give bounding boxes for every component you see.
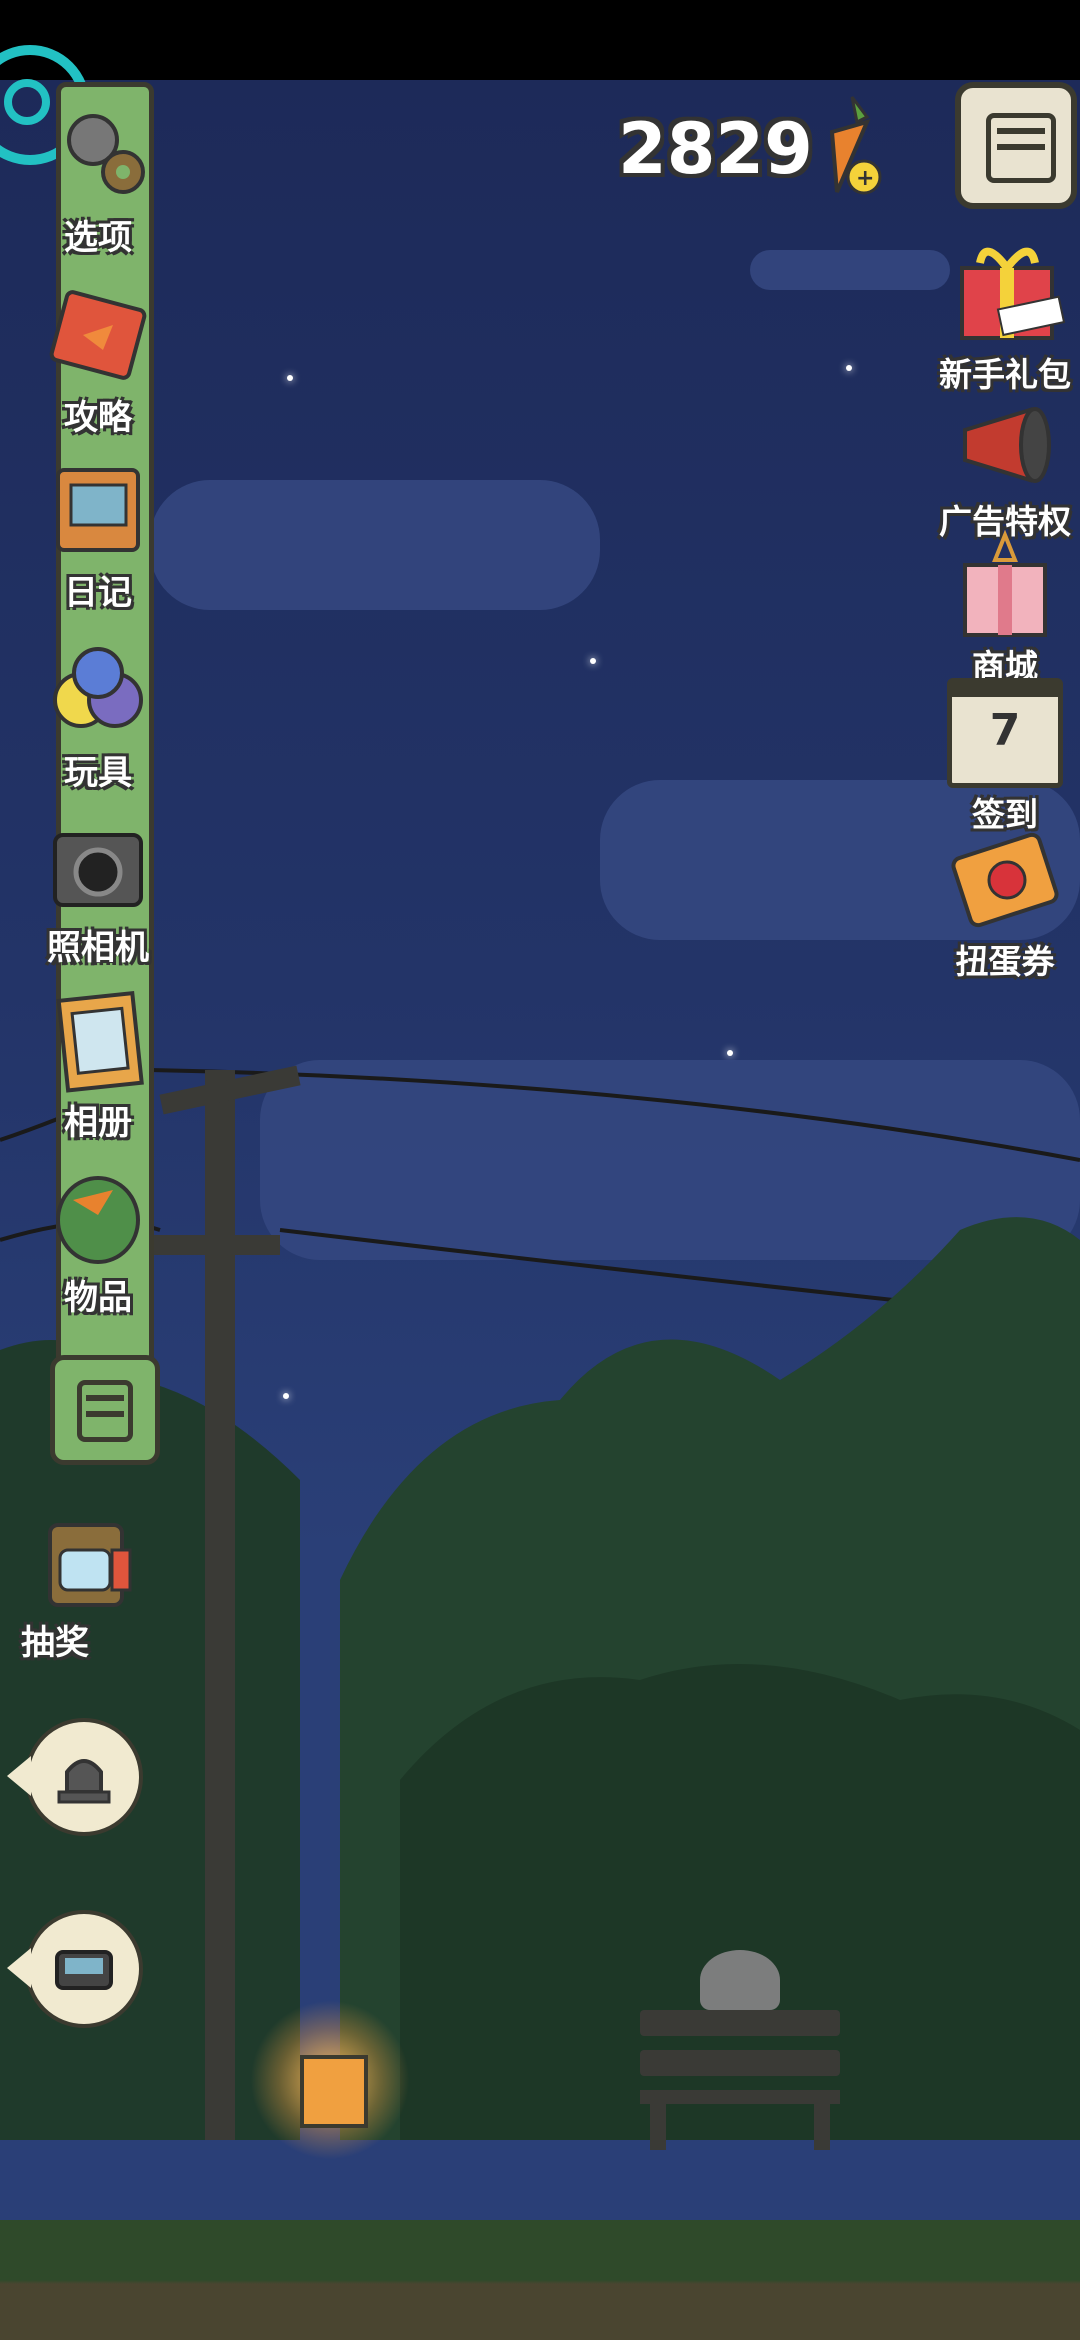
checkin-day: 7 [989,705,1021,756]
status-bar [0,0,1080,80]
pole-crossbar [150,1235,280,1255]
sidebar-item-options[interactable]: 选项 [28,100,168,259]
ad-privilege-button[interactable]: 广告特权 [920,395,1080,543]
toy-balls-icon [43,635,153,745]
gear-icon [43,100,153,210]
checkin-button[interactable]: 7 签到 [920,678,1080,836]
camera-icon [43,810,153,920]
ground [0,2220,1080,2340]
calendar-icon: 7 [947,678,1063,788]
photo-album-icon [43,985,153,1095]
newbie-gift-button[interactable]: 新手礼包 [920,228,1080,396]
sidebar-label: 照相机 [47,928,149,968]
menu-lines-icon [986,113,1056,183]
sidebar-item-diary[interactable]: 日记 [28,455,168,614]
sidebar-label: 攻略 [64,398,132,438]
sidebar-item-guide[interactable]: 攻略 [28,280,168,439]
lantern-body [300,2055,368,2128]
backpack-icon [43,1160,153,1270]
sidebar-label: 相册 [64,1103,132,1143]
rabbit-ears [700,1950,780,2010]
sidebar-label: 日记 [64,573,132,613]
menu-lines-icon [77,1380,133,1442]
sidebar-label: 物品 [64,1278,132,1318]
carrot-add-icon[interactable]: + [812,92,892,202]
gacha-ticket-label: 扭蛋券 [955,942,1055,981]
shop-button[interactable]: 商城 [920,530,1080,688]
gravestone-icon [57,1759,111,1804]
sidebar-item-camera[interactable]: 照相机 [28,810,168,969]
main-menu-button[interactable] [955,82,1077,209]
carrot-count: 2829 [618,108,813,190]
utility-pole [205,1070,235,2140]
svg-text:+: + [856,166,874,191]
sidebar-item-toys[interactable]: 玩具 [28,635,168,794]
gift-box-icon [960,247,1066,340]
bench [640,2010,840,2150]
shop-gift-icon [963,530,1047,637]
sidebar-item-items[interactable]: 物品 [28,1160,168,1319]
sidebar-label: 选项 [64,218,132,258]
guide-book-icon [43,280,153,390]
gamepad-bubble[interactable] [7,1910,143,2028]
gacha-ticket-button[interactable]: 扭蛋券 [920,825,1080,983]
game-console-icon [55,1950,113,1990]
lottery-button[interactable]: 抽奖 [15,1505,155,1664]
sidebar-label: 玩具 [64,753,132,793]
newbie-gift-label: 新手礼包 [939,355,1071,394]
sidebar-collapse-button[interactable] [50,1355,160,1465]
diary-icon [43,455,153,565]
ticket-icon [951,832,1059,928]
lottery-label: 抽奖 [21,1623,89,1663]
gravestone-bubble[interactable] [7,1718,143,1836]
megaphone-icon [963,407,1051,483]
lottery-machine-icon [30,1505,140,1615]
sidebar-item-album[interactable]: 相册 [28,985,168,1144]
